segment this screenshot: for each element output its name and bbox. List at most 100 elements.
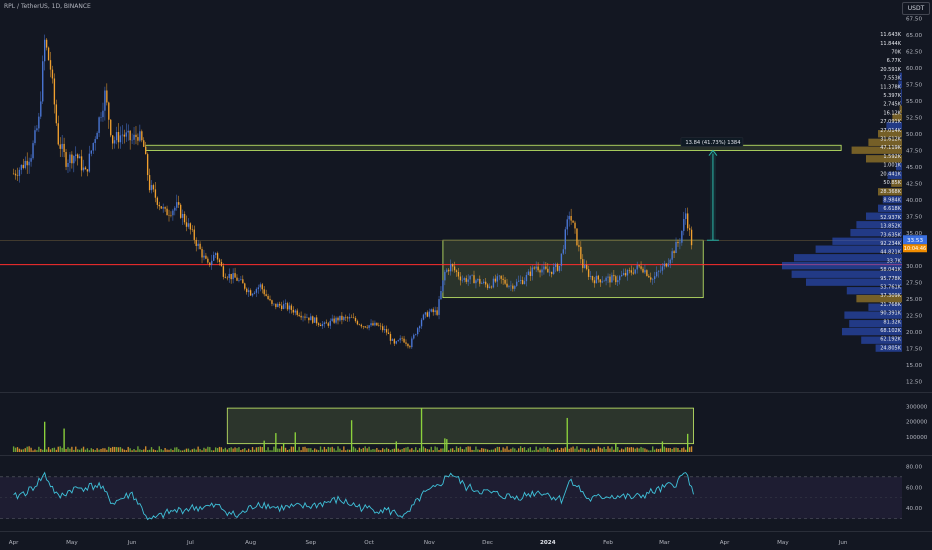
volume-profile-label: 21.768K xyxy=(880,302,901,308)
candle-body xyxy=(556,264,559,271)
volume-axis-tick: 100000 xyxy=(906,435,928,441)
time-axis-tick: Nov xyxy=(424,540,436,546)
volume-bar xyxy=(263,440,265,452)
volume-bar xyxy=(288,449,291,452)
volume-bar xyxy=(220,447,223,452)
candle-body xyxy=(185,222,188,227)
volume-bar xyxy=(242,449,244,452)
candle-body xyxy=(560,253,563,266)
volume-bar xyxy=(451,448,454,452)
volume-bar xyxy=(516,450,518,452)
volume-bar xyxy=(172,450,174,452)
candle-body xyxy=(242,279,244,284)
candle-body xyxy=(127,130,129,133)
candle-body xyxy=(115,132,118,141)
volume-bar xyxy=(508,449,510,452)
candle-body xyxy=(16,175,19,176)
candle-body xyxy=(199,243,201,250)
volume-bar xyxy=(110,447,112,452)
volume-bar xyxy=(655,448,658,452)
volume-bar xyxy=(545,448,547,452)
volume-bar xyxy=(395,441,397,452)
currency-button[interactable]: USDT xyxy=(902,2,930,15)
candle-body xyxy=(453,266,456,271)
candle-body xyxy=(356,321,359,325)
candle-body xyxy=(576,228,578,246)
price-axis-tick: 27.50 xyxy=(906,280,922,286)
volume-bar xyxy=(605,449,607,452)
volume-bar xyxy=(321,449,324,452)
volume-bar xyxy=(228,448,230,452)
candle-body xyxy=(383,329,386,331)
volume-bar xyxy=(327,446,329,452)
candle-body xyxy=(181,213,184,218)
candle-body xyxy=(32,143,34,159)
volume-bar xyxy=(646,449,648,452)
volume-bar xyxy=(102,448,104,452)
volume-bar xyxy=(475,446,477,452)
volume-bar xyxy=(628,447,631,452)
volume-bar xyxy=(424,448,427,452)
volume-bar xyxy=(26,446,28,452)
candle-body xyxy=(300,315,302,318)
time-axis-tick: May xyxy=(777,540,789,546)
candle-body xyxy=(580,246,582,260)
volume-bar xyxy=(479,449,481,452)
candle-body xyxy=(251,293,254,296)
volume-bar xyxy=(80,448,83,452)
candle-body xyxy=(413,334,415,339)
volume-bar xyxy=(554,449,557,452)
candle-body xyxy=(605,277,607,281)
volume-bar xyxy=(428,449,430,452)
volume-bar xyxy=(541,448,543,452)
volume-bar xyxy=(160,449,162,452)
candle-body xyxy=(40,101,42,117)
candle-body xyxy=(430,309,432,312)
candle-body xyxy=(187,223,190,227)
volume-bar xyxy=(434,446,436,452)
volume-bar xyxy=(364,446,366,452)
volume-bar xyxy=(347,449,349,452)
volume-bar xyxy=(246,450,248,452)
price-axis-tick: 40.00 xyxy=(906,198,922,204)
volume-bar xyxy=(663,446,666,452)
candle-body xyxy=(473,275,475,284)
volume-bar xyxy=(203,447,205,452)
candle-body xyxy=(38,116,40,129)
candle-body xyxy=(14,173,17,176)
candle-body xyxy=(88,153,91,172)
candle-body xyxy=(148,175,151,191)
volume-bar xyxy=(325,449,328,452)
candle-body xyxy=(34,130,36,144)
candle-body xyxy=(106,90,108,103)
volume-bar xyxy=(253,449,256,452)
volume-bar xyxy=(176,447,178,452)
candle-body xyxy=(535,266,537,269)
candle-body xyxy=(197,243,199,246)
candle-body xyxy=(652,279,654,280)
candle-body xyxy=(224,276,227,278)
volume-bar xyxy=(255,447,258,452)
candle-body xyxy=(119,135,122,143)
volume-bar xyxy=(683,447,685,452)
candle-body xyxy=(440,290,442,300)
candle-body xyxy=(337,317,339,321)
time-axis-tick: Apr xyxy=(720,540,730,546)
candle-body xyxy=(280,305,283,309)
volume-bar xyxy=(24,448,26,452)
candle-body xyxy=(679,242,681,244)
candle-body xyxy=(42,61,44,102)
candle-body xyxy=(345,317,347,318)
candle-body xyxy=(426,312,429,317)
volume-bar xyxy=(141,449,143,452)
volume-bar xyxy=(523,447,526,452)
volume-bar xyxy=(372,449,374,452)
rsi-axis-tick: 40.00 xyxy=(906,506,922,512)
candle-body xyxy=(110,119,112,136)
candle-body xyxy=(129,130,131,141)
candle-body xyxy=(457,271,460,277)
volume-bar xyxy=(436,447,438,452)
candle-body xyxy=(218,259,221,263)
volume-bar xyxy=(595,449,598,452)
candle-body xyxy=(370,323,372,326)
